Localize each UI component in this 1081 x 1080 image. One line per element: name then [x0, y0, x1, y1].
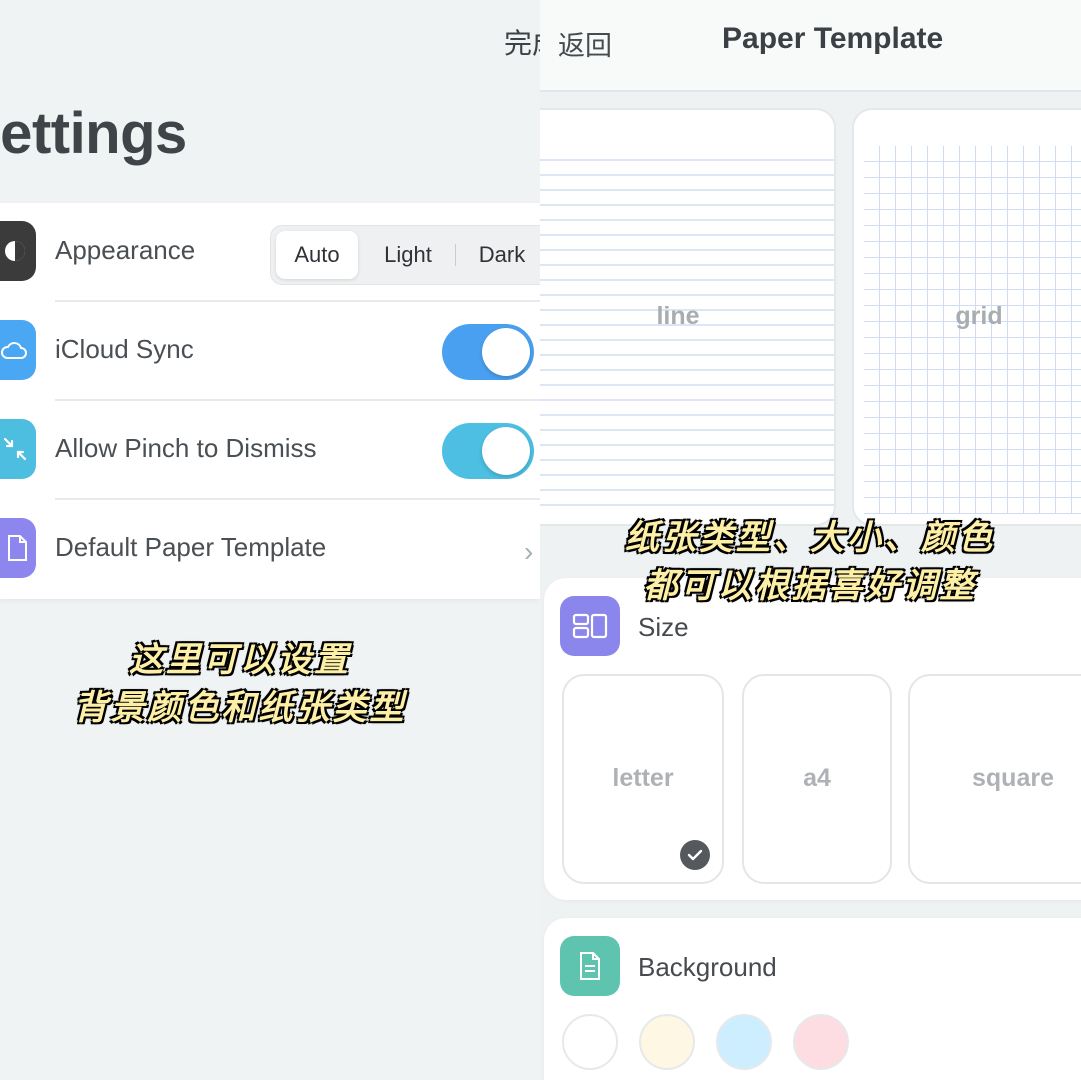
- appearance-label: Appearance: [55, 235, 196, 265]
- size-option-letter[interactable]: letter: [562, 674, 724, 884]
- background-swatch-pink[interactable]: [793, 1014, 849, 1070]
- paper-type-line[interactable]: line: [540, 108, 836, 526]
- default-paper-template-label: Default Paper Template: [55, 532, 327, 562]
- toggle-knob: [482, 427, 530, 475]
- background-section-title: Background: [638, 952, 777, 982]
- appearance-segmented-control: Auto Light Dark: [270, 225, 540, 285]
- size-option-label: a4: [803, 764, 831, 792]
- right-caption: 纸张类型、大小、颜色 都可以根据喜好调整: [600, 514, 1020, 610]
- pinch-dismiss-row: Allow Pinch to Dismiss: [0, 401, 540, 500]
- appearance-option-dark[interactable]: Dark: [457, 231, 540, 279]
- appearance-option-auto[interactable]: Auto: [276, 231, 358, 279]
- appearance-option-light[interactable]: Light: [363, 231, 453, 279]
- settings-list: Appearance Auto Light Dark iCloud Sync A…: [0, 203, 540, 599]
- checkmark-icon: [680, 840, 710, 870]
- size-option-square[interactable]: square: [908, 674, 1081, 884]
- icloud-sync-toggle[interactable]: [442, 324, 534, 380]
- pinch-dismiss-toggle[interactable]: [442, 423, 534, 479]
- left-caption: 这里可以设置 背景颜色和纸张类型: [0, 636, 480, 732]
- size-option-a4[interactable]: a4: [742, 674, 892, 884]
- caption-line: 都可以根据喜好调整: [643, 567, 977, 605]
- page-title: Paper Template: [722, 22, 944, 55]
- size-option-label: letter: [612, 764, 674, 792]
- toggle-knob: [482, 328, 530, 376]
- page-title: Settings: [0, 101, 187, 166]
- segment-divider: [455, 244, 456, 266]
- paper-type-label: line: [656, 302, 700, 330]
- paper-type-label: grid: [955, 302, 1003, 330]
- background-swatch-blue[interactable]: [716, 1014, 772, 1070]
- size-option-label: square: [972, 764, 1054, 792]
- paper-template-panel: 返回 Paper Template line grid Size letter …: [540, 0, 1081, 1080]
- document-lines-icon: [560, 936, 620, 996]
- settings-panel: 完成 Settings Appearance Auto Light Dark i…: [0, 0, 540, 1080]
- icloud-sync-label: iCloud Sync: [55, 334, 194, 364]
- caption-line: 背景颜色和纸张类型: [73, 689, 407, 727]
- paper-type-grid[interactable]: grid: [852, 108, 1081, 526]
- icloud-sync-row: iCloud Sync: [0, 302, 540, 401]
- size-section-title: Size: [638, 612, 689, 642]
- default-paper-template-row[interactable]: Default Paper Template ›: [0, 500, 540, 599]
- chevron-right-icon: ›: [524, 536, 534, 567]
- background-swatch-cream[interactable]: [639, 1014, 695, 1070]
- size-section: Size letter a4 square: [544, 578, 1081, 900]
- done-button[interactable]: 完成: [504, 22, 540, 62]
- appearance-row: Appearance Auto Light Dark: [0, 203, 540, 302]
- background-section: Background: [544, 918, 1081, 1080]
- pinch-arrows-icon: [0, 419, 36, 479]
- caption-line: 纸张类型、大小、颜色: [625, 519, 995, 557]
- document-icon: [0, 518, 36, 578]
- background-swatch-white[interactable]: [562, 1014, 618, 1070]
- cloud-icon: [0, 320, 36, 380]
- navigation-bar: 返回 Paper Template: [540, 0, 1081, 92]
- back-button[interactable]: 返回: [558, 24, 612, 63]
- pinch-dismiss-label: Allow Pinch to Dismiss: [55, 433, 317, 463]
- caption-line: 这里可以设置: [129, 641, 351, 679]
- contrast-icon: [0, 221, 36, 281]
